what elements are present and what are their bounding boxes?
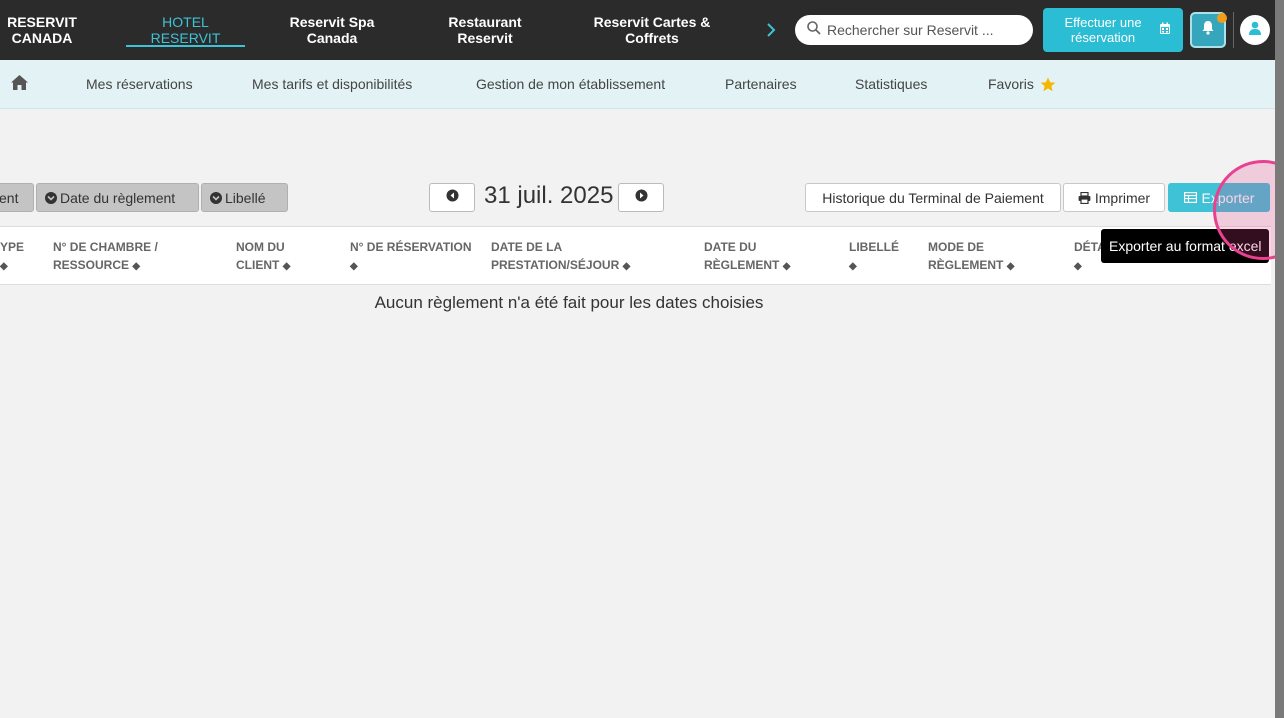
caret-right-circle-icon — [635, 189, 648, 207]
brand-reservit-canada[interactable]: RESERVIT CANADA — [0, 0, 84, 60]
notification-badge — [1217, 13, 1227, 23]
sort-icon: ◆ — [0, 261, 8, 272]
home-icon[interactable] — [10, 74, 29, 96]
brand-label-line1: RESERVIT — [7, 14, 77, 30]
calendar-icon — [1159, 22, 1171, 38]
user-account-button[interactable] — [1240, 15, 1270, 45]
brand-restaurant-reservit[interactable]: Restaurant Reservit — [440, 0, 530, 60]
favorites-label: Favoris — [988, 76, 1034, 92]
payments-table-header: YPE ◆ N° DE CHAMBRE / RESSOURCE ◆ NOM DU CL… — [0, 226, 1271, 285]
sort-icon: ◆ — [1006, 261, 1015, 272]
chevron-down-circle-icon — [210, 191, 222, 204]
printer-icon — [1078, 191, 1091, 204]
vertical-scrollbar[interactable] — [1275, 0, 1284, 718]
sort-icon: ◆ — [1074, 261, 1082, 272]
column-header-payment-date[interactable]: DATE DU RÈGLEMENT ◆ — [704, 238, 790, 276]
header-text: N° DE CHAMBRE / — [53, 240, 158, 254]
column-header-type[interactable]: YPE ◆ — [0, 238, 24, 276]
chevron-right-icon[interactable] — [762, 18, 780, 42]
brand-label-line1: Reservit Spa — [289, 14, 375, 30]
active-tab-underline — [126, 45, 245, 47]
caret-left-circle-icon — [446, 189, 459, 207]
header-text: N° DE RÉSERVATION — [350, 240, 472, 254]
column-toggle-partial[interactable]: ent — [0, 183, 34, 212]
toggle-label: Libellé — [225, 189, 266, 206]
toggle-label: ent — [0, 189, 19, 206]
previous-day-button[interactable] — [429, 183, 475, 212]
bell-icon — [1201, 20, 1215, 40]
column-header-payment-method[interactable]: MODE DE RÈGLEMENT ◆ — [928, 238, 1014, 276]
column-header-label[interactable]: LIBELLÉ ◆ — [849, 238, 899, 276]
book-button-line1: Effectuer une — [1064, 15, 1142, 30]
subnav-item-favorites[interactable]: Favoris — [988, 60, 1056, 108]
subnav-item-reservations[interactable]: Mes réservations — [86, 60, 193, 108]
header-text: YPE — [0, 240, 25, 254]
sort-icon: ◆ — [282, 261, 291, 272]
column-header-room[interactable]: N° DE CHAMBRE / RESSOURCE ◆ — [53, 238, 158, 276]
subnav-item-statistics[interactable]: Statistiques — [855, 60, 927, 108]
brand-reservit-spa-canada[interactable]: Reservit Spa Canada — [282, 0, 382, 60]
brand-label-line2: CANADA — [11, 30, 73, 46]
brand-reservit-cartes-coffrets[interactable]: Reservit Cartes & Coffrets — [590, 0, 714, 60]
print-button[interactable]: Imprimer — [1063, 183, 1165, 212]
sort-icon: ◆ — [622, 261, 631, 272]
column-header-client-name[interactable]: NOM DU CLIENT ◆ — [236, 238, 290, 276]
sort-icon: ◆ — [350, 261, 358, 272]
header-text: RESSOURCE — [53, 258, 130, 272]
column-header-service-date[interactable]: DATE DE LA PRESTATION/SÉJOUR ◆ — [491, 238, 630, 276]
header-text: NOM DU — [236, 240, 285, 254]
subnav-item-establishment[interactable]: Gestion de mon établissement — [476, 60, 665, 108]
chevron-down-circle-icon — [45, 191, 57, 204]
brand-label-line1: Reservit Cartes & — [593, 14, 711, 30]
empty-state-message: Aucun règlement n'a été fait pour les da… — [374, 293, 764, 312]
top-navigation-bar: RESERVIT CANADA HOTEL RESERVIT Reservit Sp… — [0, 0, 1284, 60]
make-reservation-button[interactable]: Effectuer une réservation — [1043, 8, 1183, 52]
next-day-button[interactable] — [618, 183, 664, 212]
sort-icon: ◆ — [782, 261, 791, 272]
header-text: PRESTATION/SÉJOUR — [491, 258, 620, 272]
subnav-item-partners[interactable]: Partenaires — [725, 60, 797, 108]
brand-label-line2: Coffrets — [625, 30, 679, 46]
header-text: DATE DU — [704, 240, 757, 254]
sort-icon: ◆ — [849, 261, 857, 272]
sort-icon: ◆ — [132, 261, 141, 272]
divider — [1233, 12, 1234, 48]
brand-label-line2: Reservit — [457, 30, 513, 46]
search-box[interactable] — [795, 15, 1033, 45]
header-text: LIBELLÉ — [849, 240, 899, 254]
user-icon — [1247, 20, 1263, 41]
book-button-line2: réservation — [1070, 30, 1136, 45]
column-toggle-payment-date[interactable]: Date du règlement — [36, 183, 199, 212]
header-text: RÈGLEMENT — [928, 258, 1004, 272]
toggle-label: Date du règlement — [60, 189, 176, 206]
column-header-reservation-number[interactable]: N° DE RÉSERVATION ◆ — [350, 238, 471, 276]
header-text: RÈGLEMENT — [704, 258, 780, 272]
column-toggle-label[interactable]: Libellé — [201, 183, 288, 212]
print-label: Imprimer — [1094, 189, 1151, 206]
header-text: DATE DE LA — [491, 240, 563, 254]
header-text: CLIENT — [236, 258, 280, 272]
table-icon — [1183, 192, 1197, 203]
brand-label-line2: RESERVIT — [150, 30, 221, 46]
brand-hotel-reservit[interactable]: HOTEL RESERVIT — [126, 0, 245, 60]
brand-label-line2: Canada — [306, 30, 358, 46]
star-icon — [1040, 77, 1056, 92]
section-navigation: Mes réservations Mes tarifs et disponibi… — [0, 60, 1275, 109]
brand-label-line1: Restaurant — [448, 14, 522, 30]
current-date: 31 juil. 2025 — [484, 182, 614, 209]
subnav-item-rates[interactable]: Mes tarifs et disponibilités — [252, 60, 412, 108]
search-icon — [807, 20, 821, 40]
search-input[interactable] — [827, 22, 1027, 38]
header-text: MODE DE — [928, 240, 985, 254]
payment-terminal-history-button[interactable]: Historique du Terminal de Paiement — [805, 183, 1061, 212]
brand-label-line1: HOTEL — [162, 14, 209, 30]
